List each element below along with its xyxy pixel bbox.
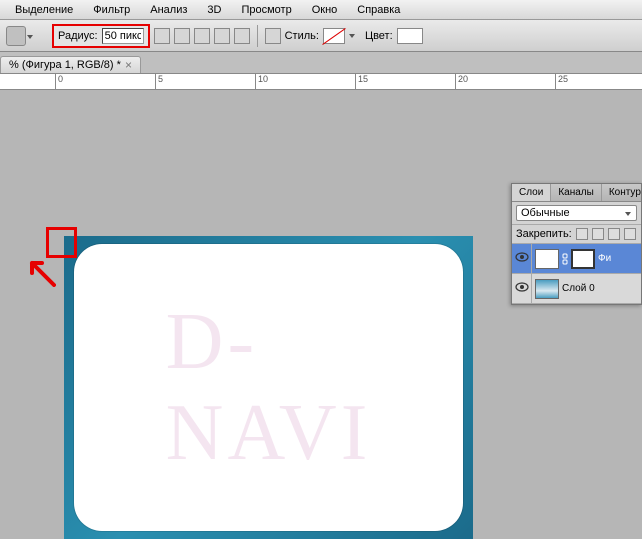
style-dropdown-icon[interactable] — [349, 34, 355, 38]
menu-window[interactable]: Окно — [302, 2, 348, 18]
lock-pixels-icon[interactable] — [592, 228, 604, 240]
layer-row[interactable]: Слой 0 — [512, 274, 641, 304]
menu-select[interactable]: Выделение — [5, 2, 83, 18]
layer-name[interactable]: Фи — [598, 253, 611, 264]
tool-preset-picker[interactable] — [6, 26, 26, 46]
visibility-toggle[interactable] — [512, 244, 532, 273]
blend-mode-row: Обычные — [512, 202, 641, 225]
menu-bar: Выделение Фильтр Анализ 3D Просмотр Окно… — [0, 0, 642, 20]
layer-row[interactable]: Фи — [512, 244, 641, 274]
menu-help[interactable]: Справка — [347, 2, 410, 18]
vector-mask-link-icon[interactable] — [562, 253, 568, 265]
lock-all-icon[interactable] — [624, 228, 636, 240]
document-tab[interactable]: % (Фигура 1, RGB/8) * × — [0, 56, 141, 73]
ruler-tick: 10 — [255, 74, 268, 89]
menu-filter[interactable]: Фильтр — [83, 2, 140, 18]
tab-paths[interactable]: Контур — [602, 184, 642, 201]
blend-mode-dropdown[interactable]: Обычные — [516, 205, 637, 221]
eye-icon — [515, 282, 529, 295]
shape-mode-icon-4[interactable] — [214, 28, 230, 44]
document-canvas[interactable]: D-NAVI — [64, 236, 473, 539]
lock-position-icon[interactable] — [608, 228, 620, 240]
layer-thumbnail[interactable] — [535, 279, 559, 299]
style-swatch[interactable] — [323, 28, 345, 44]
style-label: Стиль: — [285, 30, 319, 42]
shape-mode-icon-1[interactable] — [154, 28, 170, 44]
color-label: Цвет: — [365, 30, 393, 42]
ruler-tick: 5 — [155, 74, 163, 89]
layers-list: Фи Слой 0 — [512, 244, 641, 304]
color-swatch[interactable] — [397, 28, 423, 44]
annotation-arrow-icon — [26, 257, 56, 287]
shape-mode-icon-5[interactable] — [234, 28, 250, 44]
annotation-highlight-box — [46, 227, 77, 258]
menu-analysis[interactable]: Анализ — [140, 2, 197, 18]
ruler-tick: 0 — [55, 74, 63, 89]
work-area: D-NAVI Слои Каналы Контур Обычные Закреп… — [0, 90, 642, 535]
ruler-tick: 20 — [455, 74, 468, 89]
tab-channels[interactable]: Каналы — [551, 184, 602, 201]
layers-panel: Слои Каналы Контур Обычные Закрепить: — [511, 183, 642, 305]
lock-row: Закрепить: — [512, 225, 641, 244]
ruler-tick: 15 — [355, 74, 368, 89]
radius-label: Радиус: — [58, 30, 98, 42]
geometry-options-icon[interactable] — [265, 28, 281, 44]
document-tab-title: % (Фигура 1, RGB/8) * — [9, 59, 121, 71]
close-icon[interactable]: × — [125, 59, 132, 71]
canvas-watermark-text: D-NAVI — [166, 297, 372, 479]
layer-name[interactable]: Слой 0 — [562, 283, 595, 294]
ruler-tick: 25 — [555, 74, 568, 89]
panel-tabs: Слои Каналы Контур — [512, 184, 641, 202]
horizontal-ruler: 0 5 10 15 20 25 — [0, 74, 642, 90]
layer-thumbnail[interactable] — [535, 249, 559, 269]
radius-input[interactable] — [102, 28, 144, 44]
menu-3d[interactable]: 3D — [197, 2, 231, 18]
vector-mask-thumbnail[interactable] — [571, 249, 595, 269]
shape-mode-icon-2[interactable] — [174, 28, 190, 44]
document-tab-bar: % (Фигура 1, RGB/8) * × — [0, 52, 642, 74]
lock-transparent-icon[interactable] — [576, 228, 588, 240]
options-bar: Радиус: Стиль: Цвет: — [0, 20, 642, 52]
radius-group-highlight: Радиус: — [52, 24, 150, 48]
tab-layers[interactable]: Слои — [512, 184, 551, 201]
menu-view[interactable]: Просмотр — [231, 2, 301, 18]
eye-icon — [515, 252, 529, 265]
divider — [257, 25, 258, 47]
lock-label: Закрепить: — [516, 228, 572, 240]
visibility-toggle[interactable] — [512, 274, 532, 303]
shape-mode-icon-3[interactable] — [194, 28, 210, 44]
